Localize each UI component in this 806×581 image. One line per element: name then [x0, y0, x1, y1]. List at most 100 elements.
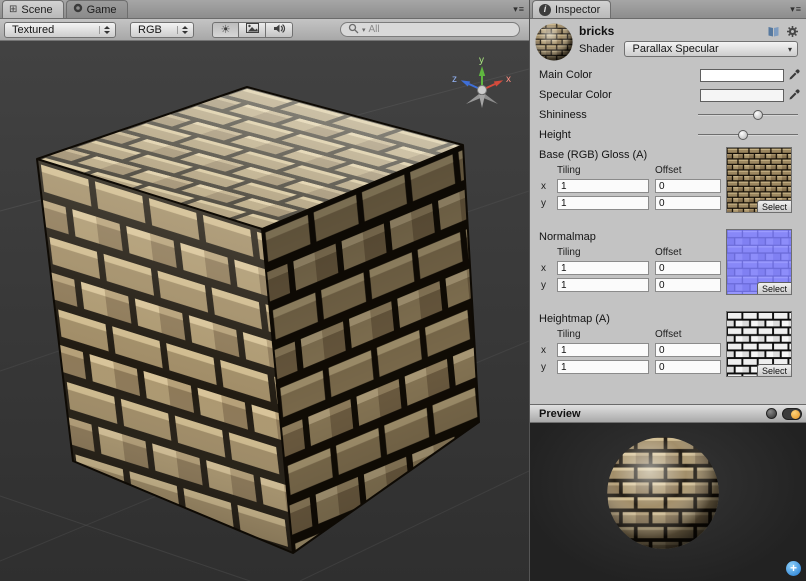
channels-dropdown[interactable]: RGB [130, 22, 194, 38]
panel-menu-icon[interactable]: ▾≡ [513, 4, 525, 15]
base-map-section: Base (RGB) Gloss (A) Tiling Offset x y S… [530, 145, 806, 227]
scene-viewport[interactable]: y x z [0, 41, 529, 581]
scene-search-field[interactable]: ▾ All [340, 22, 520, 37]
gizmo-y-cone[interactable] [479, 66, 485, 76]
add-icon[interactable]: + [786, 561, 801, 576]
scene-grid-icon: ⊞ [9, 5, 17, 15]
heightmap-section: Heightmap (A) Tiling Offset x y Select [530, 309, 806, 391]
height-slider[interactable] [698, 128, 798, 142]
gizmo-y-label[interactable]: y [479, 55, 484, 66]
axis-x-label: x [539, 181, 551, 192]
normalmap-thumbnail[interactable]: Select [726, 229, 792, 295]
gizmo-x-cone[interactable] [494, 80, 503, 86]
search-filter-caret-icon[interactable]: ▾ [362, 26, 366, 34]
main-color-label: Main Color [539, 69, 700, 81]
preview-sphere-mode-button[interactable] [766, 408, 777, 419]
tab-inspector-label: Inspector [555, 4, 600, 16]
heightmap-thumbnail[interactable]: Select [726, 311, 792, 377]
base-offset-x-input[interactable] [655, 179, 721, 193]
base-tiling-x-input[interactable] [557, 179, 649, 193]
brick-cube[interactable] [0, 71, 529, 581]
orientation-gizmo[interactable]: y x z [452, 55, 511, 108]
normal-select-button[interactable]: Select [757, 282, 791, 294]
height-offset-x-input[interactable] [655, 343, 721, 357]
axis-x-label: x [539, 345, 551, 356]
gear-icon[interactable] [786, 25, 799, 41]
normal-offset-y-input[interactable] [655, 278, 721, 292]
shader-value: Parallax Specular [632, 43, 718, 55]
axis-x-label: x [539, 263, 551, 274]
height-tiling-y-input[interactable] [557, 360, 649, 374]
draw-mode-dropdown[interactable]: Textured [4, 22, 116, 38]
audio-toggle-button[interactable] [266, 22, 293, 38]
preview-header[interactable]: Preview [530, 405, 806, 423]
tiling-header: Tiling [557, 165, 649, 176]
slider-thumb[interactable] [738, 130, 748, 140]
inspector-panel: i Inspector ▾≡ bricks Shader [530, 0, 806, 581]
axis-y-label: y [539, 362, 551, 373]
base-tiling-y-input[interactable] [557, 196, 649, 210]
shader-dropdown[interactable]: Parallax Specular ▾ [624, 41, 798, 57]
scene-tabbar: ⊞ Scene Game ▾≡ [0, 0, 529, 19]
search-scope-label: All [369, 24, 380, 35]
scene-panel: ⊞ Scene Game ▾≡ Textured RGB ☀ [0, 0, 530, 581]
panel-menu-icon[interactable]: ▾≡ [790, 4, 802, 15]
shininess-slider[interactable] [698, 108, 798, 122]
gizmo-z-label[interactable]: z [452, 74, 457, 85]
height-row: Height [530, 125, 806, 145]
draw-mode-value: Textured [12, 24, 54, 36]
height-select-button[interactable]: Select [757, 364, 791, 376]
preview-canvas[interactable]: + [530, 423, 806, 581]
axis-y-label: y [539, 198, 551, 209]
tab-game[interactable]: Game [66, 0, 128, 18]
height-offset-y-input[interactable] [655, 360, 721, 374]
scene-canvas[interactable]: y x z [0, 41, 529, 581]
slider-thumb[interactable] [753, 110, 763, 120]
normal-tiling-x-input[interactable] [557, 261, 649, 275]
gizmo-hub[interactable] [478, 86, 487, 95]
eyedropper-icon[interactable] [787, 69, 800, 82]
channels-value: RGB [138, 24, 162, 36]
offset-header: Offset [655, 165, 721, 176]
lighting-toggle-button[interactable]: ☀ [212, 22, 239, 38]
preview-material-sphere[interactable] [606, 436, 720, 550]
base-texture-thumbnail[interactable]: Select [726, 147, 792, 213]
image-icon [246, 23, 259, 36]
material-preview-sphere[interactable] [535, 23, 573, 61]
inspector-content: bricks Shader Parallax Specular ▾ Main C [530, 19, 806, 404]
height-label: Height [539, 129, 698, 141]
gizmo-x-label[interactable]: x [506, 74, 511, 85]
tab-inspector[interactable]: i Inspector [532, 0, 611, 18]
eyedropper-icon[interactable] [787, 89, 800, 102]
specular-color-label: Specular Color [539, 89, 700, 101]
skybox-toggle-button[interactable] [239, 22, 266, 38]
axis-y-label: y [539, 280, 551, 291]
info-icon: i [539, 4, 551, 16]
specular-color-swatch[interactable] [700, 89, 784, 102]
slider-track [698, 114, 798, 116]
game-icon [73, 3, 83, 16]
chevron-down-icon: ▾ [788, 45, 792, 54]
help-icon[interactable] [767, 25, 780, 41]
tab-scene[interactable]: ⊞ Scene [2, 0, 64, 18]
base-select-button[interactable]: Select [757, 200, 791, 212]
tab-game-label: Game [87, 4, 117, 16]
slider-track [698, 134, 798, 136]
main-color-swatch[interactable] [700, 69, 784, 82]
speaker-icon [273, 23, 286, 37]
preview-panel: Preview + [530, 404, 806, 581]
scene-view-toggles: ☀ [212, 22, 293, 38]
normal-offset-x-input[interactable] [655, 261, 721, 275]
offset-header: Offset [655, 329, 721, 340]
shader-label: Shader [579, 43, 614, 55]
normal-tiling-y-input[interactable] [557, 278, 649, 292]
normalmap-section: Normalmap Tiling Offset x y Select [530, 227, 806, 309]
preview-title: Preview [539, 408, 581, 420]
offset-header: Offset [655, 247, 721, 258]
dropdown-arrows-icon [177, 26, 188, 34]
preview-light-toggle[interactable] [782, 408, 802, 420]
tiling-header: Tiling [557, 247, 649, 258]
base-offset-y-input[interactable] [655, 196, 721, 210]
height-tiling-x-input[interactable] [557, 343, 649, 357]
gizmo-back-axis-cone[interactable] [479, 95, 485, 108]
